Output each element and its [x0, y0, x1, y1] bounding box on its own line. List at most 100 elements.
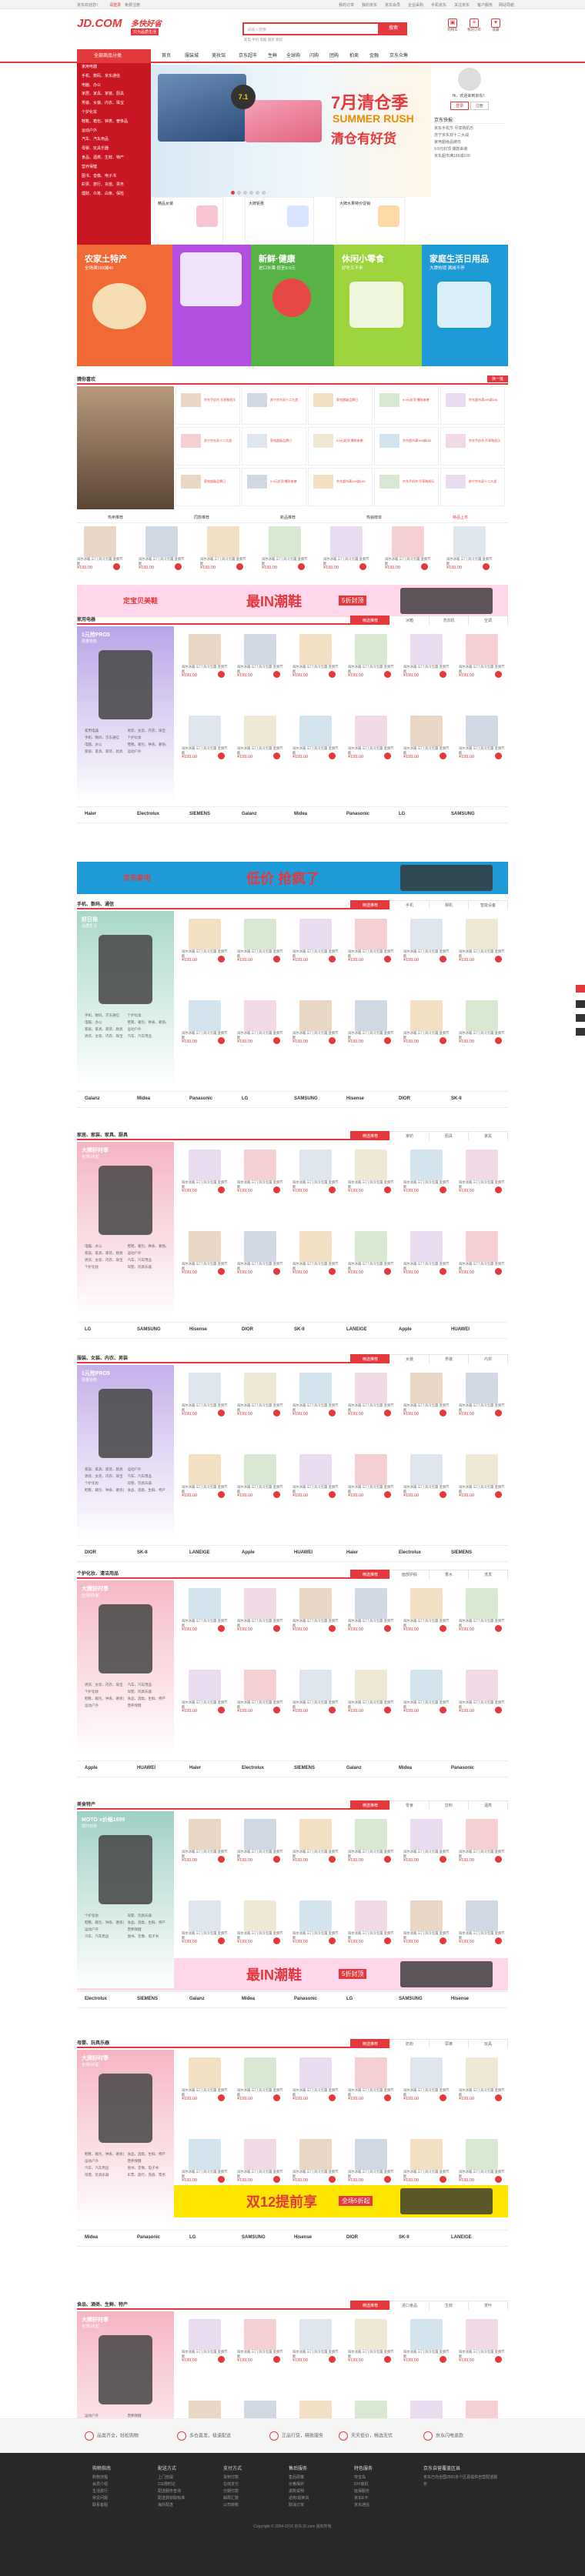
pick-tab[interactable]: 热卖推荐: [108, 515, 123, 520]
cart-add-icon[interactable]: [329, 956, 336, 963]
footer-link[interactable]: 延保服务: [354, 2488, 416, 2495]
guess-item[interactable]: 9.9元封顶 爆款来袭: [374, 386, 439, 425]
side-link[interactable]: 电脑、办公: [85, 741, 124, 748]
side-link[interactable]: 家居、家具、家装、厨具: [85, 748, 124, 755]
brand-logo[interactable]: Hisense: [189, 1327, 207, 1332]
side-link[interactable]: 个护化妆: [85, 1912, 124, 1919]
carousel-dots[interactable]: [231, 191, 268, 196]
product-card[interactable]: 海尔冰箱 三门 风冷无霜 变频节能¥199.00: [385, 525, 431, 574]
cart-add-icon[interactable]: [384, 1937, 391, 1944]
product-card[interactable]: 海尔冰箱 三门 风冷无霜 变频节能¥199.00: [182, 2317, 228, 2367]
product-card[interactable]: 海尔冰箱 三门 风冷无霜 变频节能¥199.00: [403, 917, 450, 966]
product-card[interactable]: 海尔冰箱 三门 风冷无霜 变频节能¥199.00: [237, 1899, 283, 1948]
side-link[interactable]: 汽车、汽车用品: [85, 2164, 124, 2171]
float-cart-button[interactable]: [576, 985, 585, 993]
side-link[interactable]: 家居、家具、家装、厨具: [85, 1466, 124, 1473]
brand-logo[interactable]: SK-II: [451, 1096, 462, 1101]
brand-logo[interactable]: SIEMENS: [137, 1997, 158, 2001]
brand-logo[interactable]: SIEMENS: [294, 1766, 315, 1770]
side-link[interactable]: 手机、数码、京东通信: [85, 734, 124, 741]
cart-add-icon[interactable]: [440, 1856, 446, 1863]
category-item[interactable]: 手机、数码、京东通信: [77, 72, 151, 82]
cart-add-icon[interactable]: [218, 1268, 225, 1275]
footer-link[interactable]: 上门自提: [158, 2474, 219, 2481]
product-card[interactable]: 海尔冰箱 三门 风冷无霜 变频节能¥199.00: [292, 1899, 339, 1948]
product-card[interactable]: 海尔冰箱 三门 风冷无霜 变频节能¥199.00: [348, 1453, 394, 1502]
news-item[interactable]: 苏宁京东双十二大战: [434, 132, 505, 139]
floor-tab[interactable]: 家具: [468, 1131, 508, 1140]
product-card[interactable]: 海尔冰箱 三门 风冷无霜 变频节能¥199.00: [237, 1453, 283, 1502]
cart-add-icon[interactable]: [495, 1410, 502, 1416]
cart-add-icon[interactable]: [384, 1707, 391, 1713]
floor-tab[interactable]: 精选推荐: [350, 2039, 390, 2048]
side-link[interactable]: 男装、女装、内衣、珠宝: [128, 727, 167, 734]
side-link[interactable]: 图书、音像、电子书: [128, 2164, 167, 2171]
brand-logo[interactable]: SAMSUNG: [242, 2235, 266, 2240]
brand-logo[interactable]: SAMSUNG: [399, 1997, 423, 2001]
side-link[interactable]: 鞋靴、箱包、钟表、奢侈品: [128, 1019, 167, 1026]
floor-tab[interactable]: 精选推荐: [350, 1570, 390, 1579]
cart-add-icon[interactable]: [175, 563, 182, 570]
brand-logo[interactable]: Midea: [137, 1096, 150, 1101]
brand-logo[interactable]: SAMSUNG: [294, 1096, 318, 1101]
category-item[interactable]: 鞋靴、箱包、钟表、奢侈品: [77, 118, 151, 127]
floor-tab[interactable]: 尿裤: [429, 2039, 469, 2048]
brand-logo[interactable]: Panasonic: [189, 1096, 212, 1101]
product-card[interactable]: 海尔冰箱 三门 风冷无霜 变频节能¥199.00: [182, 1453, 228, 1502]
floor-tab[interactable]: 玩具: [468, 2039, 508, 2048]
guess-item[interactable]: 9.9元封顶 爆款来袭: [242, 468, 306, 506]
footer-link[interactable]: 分期付款: [223, 2488, 285, 2495]
cart-add-icon[interactable]: [273, 2094, 280, 2101]
side-link[interactable]: 电脑、办公: [85, 1019, 124, 1026]
topbar-link[interactable]: 网站导航: [499, 2, 514, 8]
brand-logo[interactable]: Electrolux: [242, 1766, 264, 1770]
product-card[interactable]: 海尔冰箱 三门 风冷无霜 变频节能¥199.00: [237, 917, 283, 966]
product-card[interactable]: 海尔冰箱 三门 风冷无霜 变频节能¥199.00: [348, 1148, 394, 1197]
category-item[interactable]: 个护化妆: [77, 108, 151, 118]
product-card[interactable]: 海尔冰箱 三门 风冷无霜 变频节能¥199.00: [403, 1899, 450, 1948]
cart-add-icon[interactable]: [495, 752, 502, 759]
cart-add-icon[interactable]: [495, 1707, 502, 1713]
footer-link[interactable]: 联系客服: [92, 2502, 154, 2509]
guess-item[interactable]: 家电超级品牌日: [176, 468, 240, 506]
product-card[interactable]: 海尔冰箱 三门 风冷无霜 变频节能¥199.00: [348, 714, 394, 763]
nav-item[interactable]: 京东众筹: [389, 49, 408, 63]
cart-add-icon[interactable]: [359, 563, 366, 570]
cart-add-icon[interactable]: [440, 671, 446, 678]
side-link[interactable]: 汽车、汽车用品: [128, 1033, 167, 1039]
register-link[interactable]: 免费注册: [125, 2, 140, 8]
cart-add-icon[interactable]: [440, 1707, 446, 1713]
orders-shortcut[interactable]: ≡ 我的订单: [465, 18, 483, 37]
cart-add-icon[interactable]: [440, 2176, 446, 2183]
topbar-link[interactable]: 企业采购: [408, 2, 423, 8]
cart-add-icon[interactable]: [440, 1186, 446, 1193]
product-card[interactable]: 海尔冰箱 三门 风冷无霜 变频节能¥199.00: [182, 1148, 228, 1197]
brand-logo[interactable]: Midea: [294, 812, 307, 816]
product-card[interactable]: 海尔冰箱 三门 风冷无霜 变频节能¥199.00: [237, 999, 283, 1048]
brand-logo[interactable]: Apple: [85, 1766, 98, 1770]
cart-add-icon[interactable]: [218, 1856, 225, 1863]
floor-tab[interactable]: 面部护肤: [389, 1570, 430, 1579]
brand-logo[interactable]: SK-II: [137, 1550, 148, 1555]
float-button[interactable]: [576, 1028, 585, 1036]
product-card[interactable]: 海尔冰箱 三门 风冷无霜 变频节能¥199.00: [182, 1587, 228, 1636]
floor-tab[interactable]: 精选推荐: [350, 1354, 390, 1363]
cart-add-icon[interactable]: [273, 1186, 280, 1193]
product-card[interactable]: 海尔冰箱 三门 风冷无霜 变频节能¥199.00: [459, 1230, 505, 1279]
product-card[interactable]: 海尔冰箱 三门 风冷无霜 变频节能¥199.00: [182, 1817, 228, 1867]
product-card[interactable]: 海尔冰箱 三门 风冷无霜 变频节能¥199.00: [182, 917, 228, 966]
product-card[interactable]: 海尔冰箱 三门 风冷无霜 变频节能¥199.00: [459, 1668, 505, 1717]
nav-item[interactable]: 拍卖: [349, 49, 359, 63]
product-card[interactable]: 海尔冰箱 三门 风冷无霜 变频节能¥199.00: [348, 917, 394, 966]
product-card[interactable]: 海尔冰箱 三门 风冷无霜 变频节能¥199.00: [403, 2317, 450, 2367]
cart-add-icon[interactable]: [273, 1037, 280, 1044]
product-card[interactable]: 海尔冰箱 三门 风冷无霜 变频节能¥199.00: [459, 1899, 505, 1948]
product-card[interactable]: 海尔冰箱 三门 风冷无霜 变频节能¥199.00: [182, 714, 228, 763]
side-link[interactable]: 母婴、玩具乐器: [128, 1263, 167, 1270]
side-link[interactable]: 男装、女装、内衣、珠宝: [85, 1033, 124, 1039]
product-card[interactable]: 海尔冰箱 三门 风冷无霜 变频节能¥199.00: [182, 1371, 228, 1420]
product-card[interactable]: 海尔冰箱 三门 风冷无霜 变频节能¥199.00: [237, 714, 283, 763]
promo-tile[interactable]: 农家土特产 全场满199减40: [77, 245, 172, 366]
cart-add-icon[interactable]: [384, 1491, 391, 1498]
brand-logo[interactable]: Electrolux: [85, 1997, 107, 2001]
